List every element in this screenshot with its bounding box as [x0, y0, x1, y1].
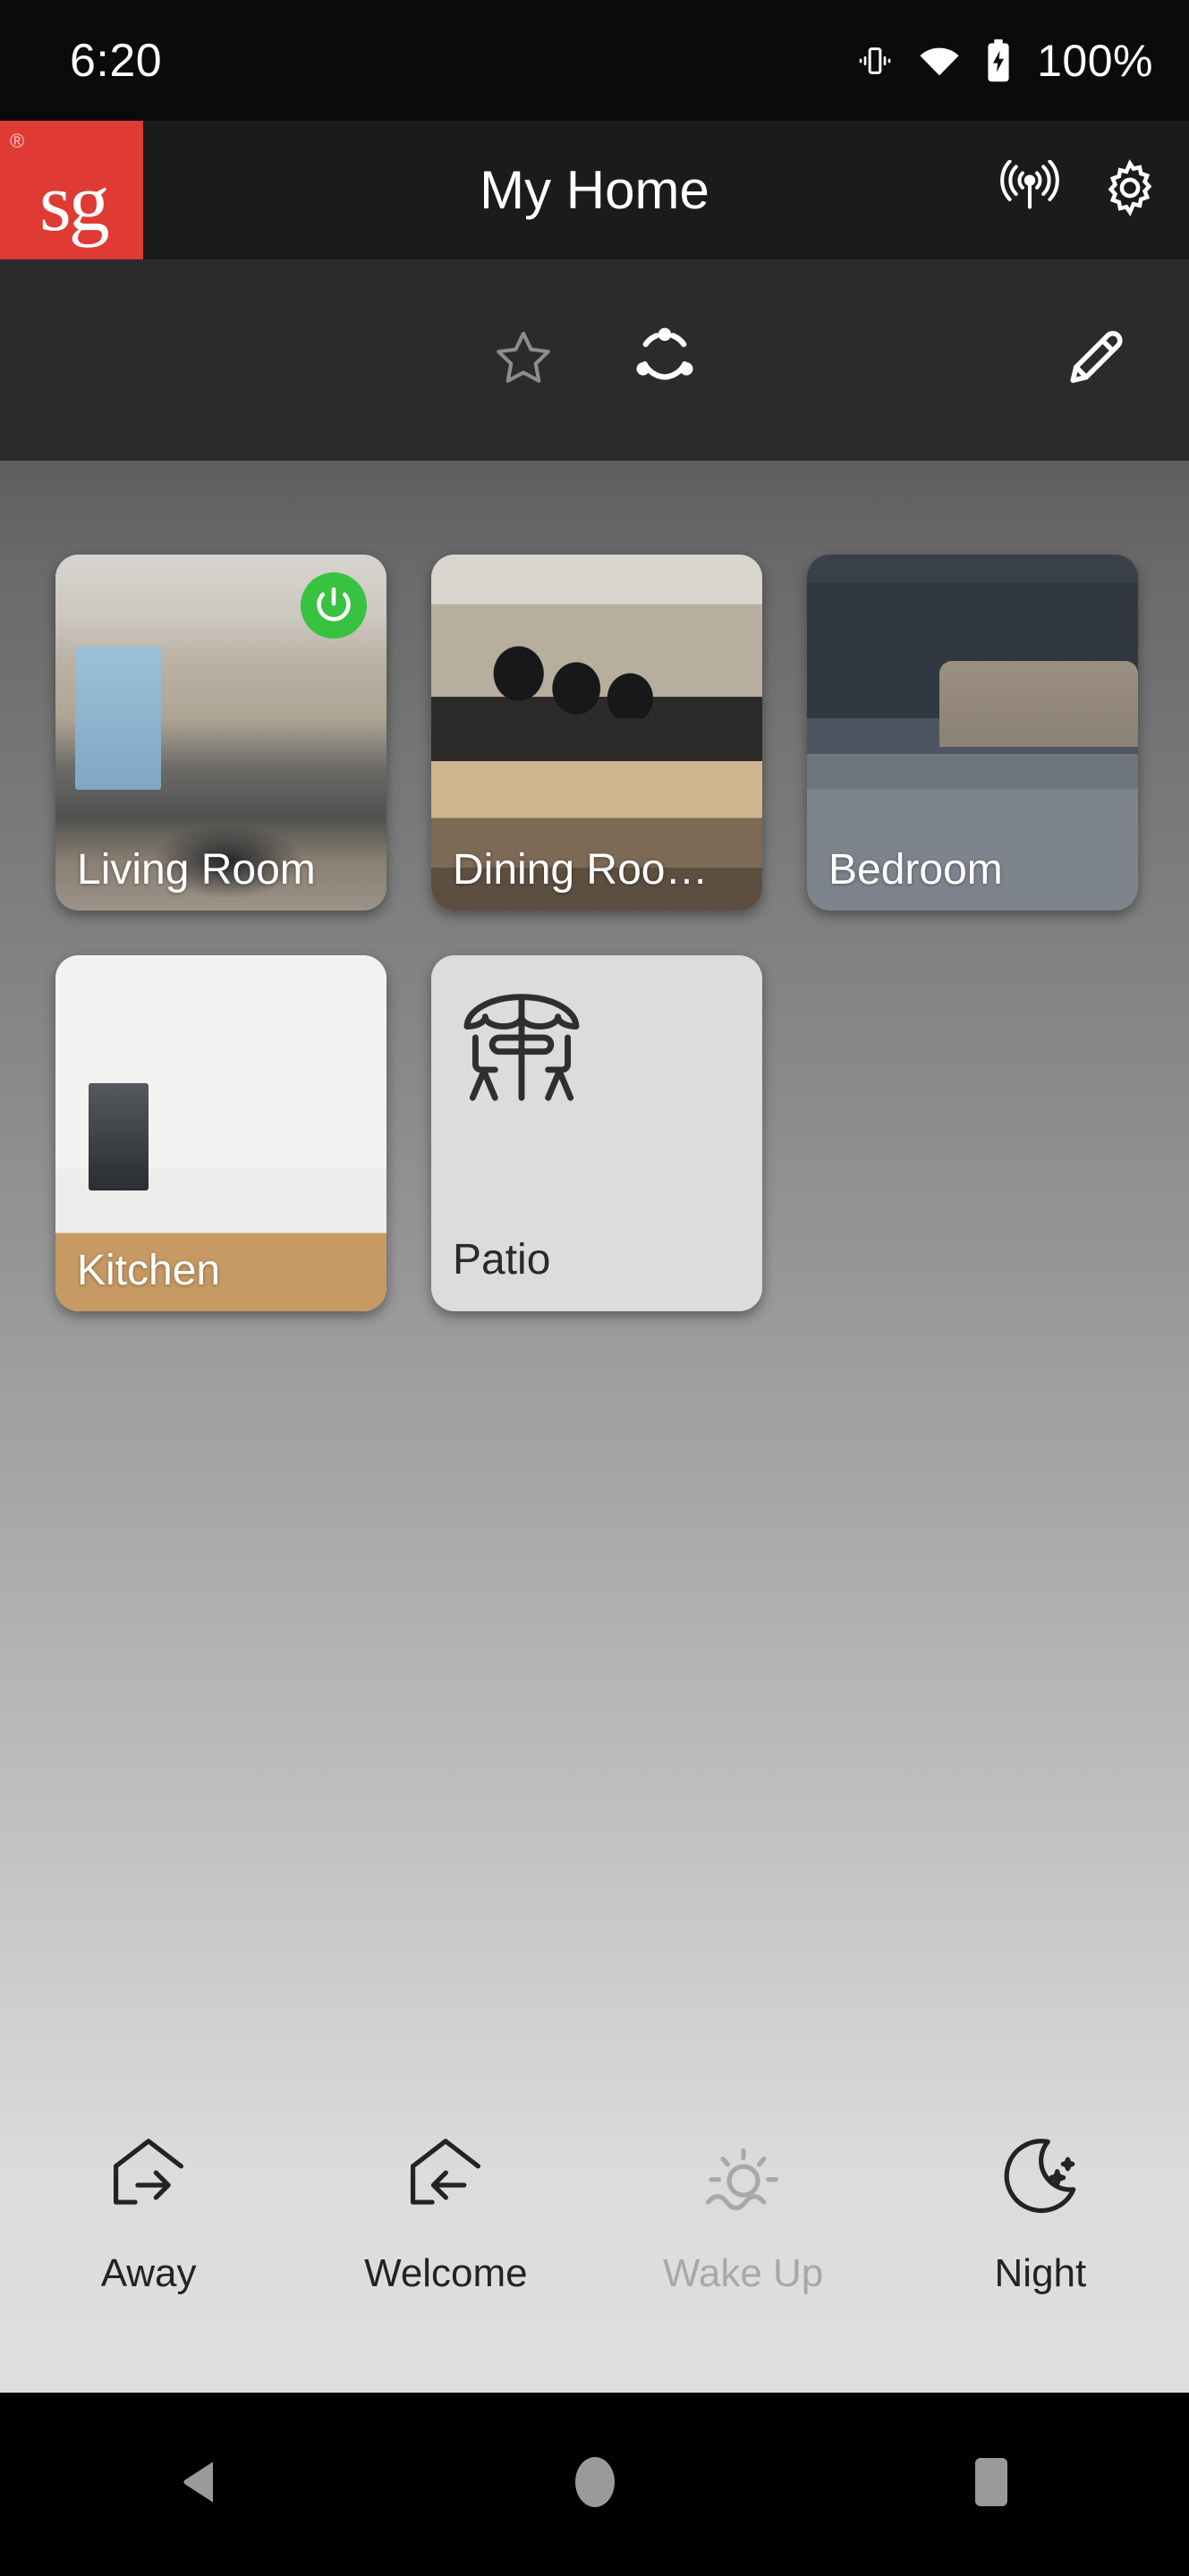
- vibrate-icon: [854, 43, 896, 79]
- gear-icon[interactable]: [1101, 159, 1159, 221]
- favorites-tab[interactable]: [494, 329, 553, 391]
- scene-label: Wake Up: [662, 2251, 824, 2295]
- recents-button[interactable]: [794, 2455, 1187, 2513]
- scene-button-wake-up[interactable]: Wake Up: [595, 2131, 892, 2296]
- patio-umbrella-icon: [454, 980, 589, 1119]
- brand-logo[interactable]: ® sg: [0, 121, 143, 275]
- square-icon: [972, 2455, 1010, 2513]
- room-label: Bedroom: [828, 846, 1003, 894]
- android-nav-bar: [0, 2393, 1189, 2576]
- broadcast-icon[interactable]: [998, 159, 1062, 220]
- house-arrow-left-icon: [399, 2131, 492, 2228]
- battery-percentage: 100%: [1037, 35, 1153, 86]
- house-arrow-right-icon: [102, 2131, 195, 2228]
- main-content: Living Room Dining Roo… Bedroom Kitchen: [0, 461, 1189, 2393]
- app-bar: ® sg My Home: [0, 121, 1189, 275]
- scene-label: Night: [994, 2251, 1087, 2295]
- triangle-left-icon: [177, 2458, 220, 2511]
- sub-toolbar: [0, 259, 1189, 461]
- room-label: Dining Roo…: [453, 846, 709, 894]
- home-button[interactable]: [398, 2453, 791, 2515]
- battery-charging-icon: [983, 38, 1014, 82]
- app-bar-actions: [998, 121, 1159, 259]
- registered-mark-icon: ®: [10, 130, 25, 152]
- brand-logo-text: sg: [39, 157, 110, 248]
- back-button[interactable]: [2, 2458, 395, 2511]
- pencil-icon: [1066, 328, 1125, 392]
- scene-label: Welcome: [364, 2251, 528, 2295]
- scene-button-away[interactable]: Away: [0, 2131, 297, 2296]
- room-label: Kitchen: [77, 1247, 221, 1294]
- scene-button-welcome[interactable]: Welcome: [297, 2131, 594, 2296]
- moon-stars-icon: [994, 2131, 1087, 2228]
- status-clock: 6:20: [70, 34, 163, 87]
- room-card-kitchen[interactable]: Kitchen: [55, 955, 386, 1311]
- view-tabs: [0, 259, 1189, 461]
- room-card-dining-room[interactable]: Dining Roo…: [431, 555, 762, 911]
- room-card-living-room[interactable]: Living Room: [55, 555, 386, 911]
- circle-icon: [572, 2453, 618, 2515]
- room-card-bedroom[interactable]: Bedroom: [807, 555, 1138, 911]
- room-grid: Living Room Dining Roo… Bedroom Kitchen: [55, 555, 1138, 1311]
- scene-button-night[interactable]: Night: [892, 2131, 1189, 2296]
- scenes-bar: Away Welcome Wake Up Night: [0, 2093, 1189, 2393]
- room-label: Patio: [453, 1236, 551, 1284]
- room-card-patio[interactable]: Patio: [431, 955, 762, 1311]
- rooms-tab[interactable]: [633, 326, 696, 394]
- room-label: Living Room: [77, 846, 316, 894]
- scene-label: Away: [100, 2251, 197, 2295]
- sunrise-icon: [697, 2131, 790, 2228]
- wifi-icon: [917, 43, 962, 79]
- edit-button[interactable]: [1066, 259, 1125, 461]
- power-toggle-badge[interactable]: [301, 572, 367, 639]
- status-bar: 6:20 100%: [0, 0, 1189, 121]
- status-icons: 100%: [854, 35, 1153, 87]
